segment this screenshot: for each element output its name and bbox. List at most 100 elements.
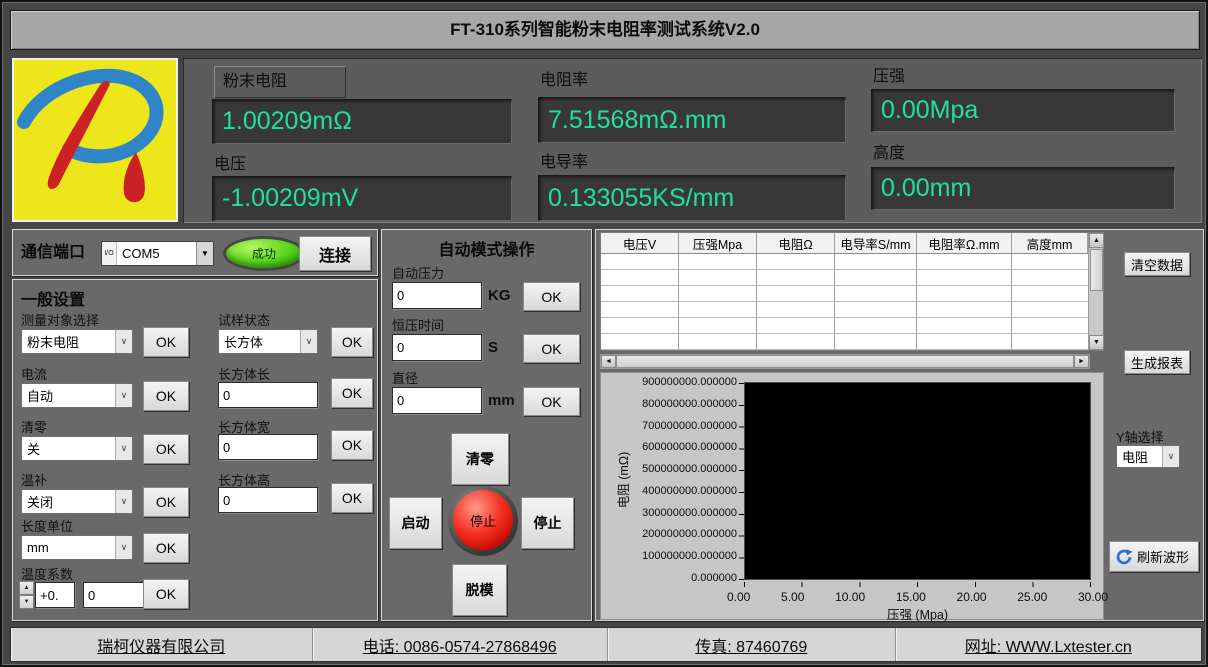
com-port-value: COM5: [117, 242, 196, 265]
cuboid-length-field[interactable]: 0: [218, 382, 318, 408]
y-axis-select[interactable]: 电阻 ∨: [1116, 445, 1180, 468]
hold-time-label: 恒压时间: [392, 315, 444, 334]
results-table: 电压V 压强Mpa 电阻Ω 电导率S/mm 电阻率Ω.mm 高度mm ▲ ▼: [600, 232, 1104, 351]
table-body[interactable]: [601, 254, 1088, 350]
diameter-unit: mm: [488, 387, 515, 414]
temp-coefficient-ok-button[interactable]: OK: [143, 579, 189, 609]
demold-button[interactable]: 脱模: [452, 564, 507, 616]
table-vertical-scrollbar[interactable]: ▲ ▼: [1088, 233, 1103, 350]
chevron-down-icon[interactable]: ∨: [115, 536, 132, 559]
clear-button[interactable]: 清零: [451, 433, 509, 485]
generate-report-button[interactable]: 生成报表: [1124, 350, 1190, 374]
current-select[interactable]: 自动 ∨: [21, 383, 133, 408]
chevron-down-icon[interactable]: ∨: [115, 490, 132, 513]
length-unit-label: 长度单位: [21, 516, 73, 535]
page-title: FT-310系列智能粉末电阻率测试系统V2.0: [450, 20, 760, 39]
clear-data-button[interactable]: 清空数据: [1124, 252, 1190, 276]
com-port-select[interactable]: I/O COM5 ▼: [101, 241, 214, 266]
col-header-resistance: 电阻Ω: [757, 233, 835, 253]
sample-state-select[interactable]: 长方体 ∨: [218, 329, 318, 354]
connect-button[interactable]: 连接: [299, 236, 371, 271]
cuboid-width-field[interactable]: 0: [218, 434, 318, 460]
sample-state-ok-button[interactable]: OK: [331, 327, 373, 357]
auto-pressure-label: 自动压力: [392, 263, 444, 282]
cuboid-length-label: 长方体长: [218, 364, 270, 383]
cuboid-height-field[interactable]: 0: [218, 487, 318, 513]
length-unit-select[interactable]: mm ∨: [21, 535, 133, 560]
auto-pressure-ok-button[interactable]: OK: [523, 282, 580, 311]
comm-port-panel: 通信端口 I/O COM5 ▼ 成功 连接: [12, 229, 378, 276]
y-axis-select-label: Y轴选择: [1116, 427, 1164, 446]
powder-resistance-value: 1.00209mΩ: [212, 99, 512, 144]
col-header-height: 高度mm: [1012, 233, 1088, 253]
scroll-right-icon[interactable]: ►: [1074, 355, 1089, 368]
scroll-left-icon[interactable]: ◄: [601, 355, 616, 368]
x-axis-tick-labels: 0.00 5.00 10.00 15.00 20.00 25.00 30.00: [727, 590, 1108, 604]
phone-number: 电话: 0086-0574-27868496: [313, 628, 609, 661]
refresh-icon: [1115, 548, 1133, 566]
chevron-down-icon[interactable]: ∨: [300, 330, 317, 353]
website-url: 网址: WWW.Lxtester.cn: [896, 628, 1201, 661]
chevron-down-icon[interactable]: ∨: [1162, 446, 1179, 467]
cuboid-width-ok-button[interactable]: OK: [331, 430, 373, 460]
col-header-resistivity: 电阻率Ω.mm: [917, 233, 1012, 253]
fax-number: 传真: 87460769: [608, 628, 896, 661]
x-axis-tick-marks: [744, 582, 1092, 587]
current-ok-button[interactable]: OK: [143, 381, 189, 411]
measure-object-ok-button[interactable]: OK: [143, 327, 189, 357]
hold-time-field[interactable]: 0: [392, 334, 482, 361]
diameter-label: 直径: [392, 368, 418, 387]
auto-pressure-unit: KG: [488, 282, 511, 309]
zeroing-ok-button[interactable]: OK: [143, 434, 189, 464]
general-settings-title: 一般设置: [21, 286, 85, 310]
auto-pressure-field[interactable]: 0: [392, 282, 482, 309]
start-button[interactable]: 启动: [389, 497, 442, 549]
logo-r-icon: [14, 60, 176, 220]
zeroing-select[interactable]: 关 ∨: [21, 436, 133, 461]
cuboid-height-ok-button[interactable]: OK: [331, 483, 373, 513]
cuboid-length-ok-button[interactable]: OK: [331, 378, 373, 408]
temp-coefficient-stepper[interactable]: ▲ ▼: [19, 581, 34, 609]
temp-coefficient-value-field[interactable]: 0: [83, 582, 147, 608]
diameter-field[interactable]: 0: [392, 387, 482, 414]
emergency-stop-button[interactable]: 停止: [453, 490, 513, 550]
temp-comp-ok-button[interactable]: OK: [143, 487, 189, 517]
length-unit-ok-button[interactable]: OK: [143, 533, 189, 563]
vertical-scroll-thumb[interactable]: [1090, 249, 1103, 291]
chevron-down-icon[interactable]: ∨: [115, 330, 132, 353]
chevron-down-icon[interactable]: ∨: [115, 437, 132, 460]
footer-bar: 瑞柯仪器有限公司 电话: 0086-0574-27868496 传真: 8746…: [10, 627, 1202, 662]
measure-object-label: 测量对象选择: [21, 310, 99, 329]
scroll-up-icon[interactable]: ▲: [1089, 233, 1104, 248]
hold-time-unit: S: [488, 334, 498, 361]
auto-mode-panel: 自动模式操作 自动压力 0 KG OK 恒压时间 0 S OK 直径 0 mm …: [381, 229, 592, 621]
increment-arrow-icon[interactable]: ▲: [19, 581, 34, 595]
table-horizontal-scrollbar[interactable]: ◄ ►: [600, 354, 1090, 369]
diameter-ok-button[interactable]: OK: [523, 387, 580, 416]
current-label: 电流: [21, 364, 47, 383]
measure-object-select[interactable]: 粉末电阻 ∨: [21, 329, 133, 354]
results-region: 电压V 压强Mpa 电阻Ω 电导率S/mm 电阻率Ω.mm 高度mm ▲ ▼ ◄…: [595, 229, 1204, 621]
stop-button[interactable]: 停止: [521, 497, 574, 549]
comm-port-label: 通信端口: [21, 230, 85, 275]
y-axis-tick-labels: 900000000.000000 800000000.000000 700000…: [605, 377, 737, 584]
pressure-label: 压强: [873, 62, 905, 86]
temp-comp-select[interactable]: 关闭 ∨: [21, 489, 133, 514]
decrement-arrow-icon[interactable]: ▼: [19, 595, 34, 609]
table-header-row: 电压V 压强Mpa 电阻Ω 电导率S/mm 电阻率Ω.mm 高度mm: [601, 233, 1103, 254]
auto-mode-title: 自动模式操作: [382, 236, 591, 260]
resistivity-label: 电阻率: [540, 66, 588, 90]
x-axis-title: 压强 (Mpa): [744, 604, 1091, 623]
refresh-waveform-button[interactable]: 刷新波形: [1109, 541, 1199, 572]
visa-io-icon: I/O: [102, 242, 117, 265]
waveform-chart: 电阻 (mΩ) 900000000.000000 800000000.00000…: [600, 372, 1104, 620]
general-settings-panel: 一般设置 测量对象选择 粉末电阻 ∨ OK 电流 自动 ∨ OK 清零 关 ∨ …: [12, 279, 378, 621]
scroll-down-icon[interactable]: ▼: [1089, 335, 1104, 350]
conductivity-label: 电导率: [540, 148, 588, 172]
dropdown-arrow-icon[interactable]: ▼: [196, 242, 213, 265]
resistivity-value: 7.51568mΩ.mm: [538, 97, 846, 143]
horizontal-scroll-thumb[interactable]: [616, 355, 1074, 368]
chevron-down-icon[interactable]: ∨: [115, 384, 132, 407]
temp-coefficient-spin-field[interactable]: +0.: [35, 582, 75, 608]
hold-time-ok-button[interactable]: OK: [523, 334, 580, 363]
